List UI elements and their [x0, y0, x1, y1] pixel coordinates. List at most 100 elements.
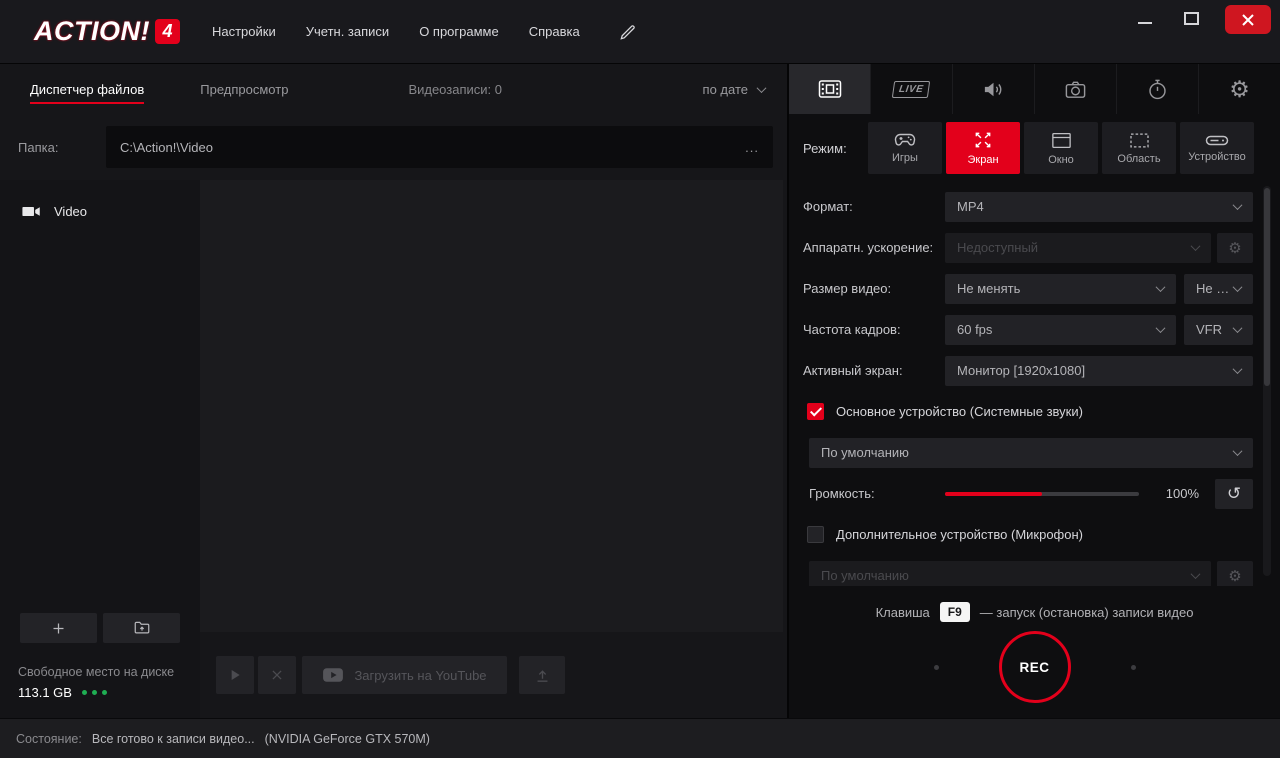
hotkey-suffix: — запуск (остановка) записи видео [980, 605, 1194, 620]
live-icon: LIVE [892, 81, 931, 98]
mode-games-button[interactable]: Игры [868, 122, 942, 174]
browse-button[interactable]: ... [745, 140, 759, 155]
left-dot [934, 665, 939, 670]
sidebar-spacer [0, 226, 200, 613]
export-button[interactable] [519, 656, 565, 694]
logo-version-badge: 4 [155, 19, 180, 44]
tab-benchmark[interactable] [1116, 64, 1198, 114]
tab-file-manager[interactable]: Диспетчер файлов [30, 82, 144, 104]
menu-settings[interactable]: Настройки [212, 24, 276, 39]
primary-audio-device-dropdown[interactable]: По умолчанию [809, 438, 1253, 468]
volume-slider[interactable] [945, 492, 1139, 496]
active-screen-dropdown[interactable]: Монитор [1920x1080] [945, 356, 1253, 386]
tab-settings[interactable]: ⚙ [1198, 64, 1280, 114]
status-text: Все готово к записи видео... [92, 732, 255, 746]
chevron-down-icon [1156, 282, 1166, 292]
primary-audio-label: Основное устройство (Системные звуки) [836, 404, 1083, 419]
sidebar-buttons [0, 613, 200, 643]
hotkey-key-badge: F9 [940, 602, 970, 622]
sidebar-item-video[interactable]: Video [0, 196, 200, 226]
framerate-value: 60 fps [957, 322, 992, 337]
scrollbar-thumb[interactable] [1264, 188, 1270, 386]
framerate-label: Частота кадров: [803, 322, 945, 337]
speaker-icon [982, 78, 1005, 101]
tab-audio-recording[interactable] [952, 64, 1034, 114]
folder-path-value: C:\Action!\Video [120, 140, 213, 155]
tab-preview[interactable]: Предпросмотр [200, 82, 288, 97]
tab-video-recording[interactable] [789, 64, 870, 114]
minimize-button[interactable] [1138, 22, 1152, 24]
maximize-button[interactable] [1184, 12, 1199, 25]
sort-dropdown[interactable]: по дате [703, 82, 765, 97]
chevron-down-icon [1191, 569, 1201, 579]
format-row: Формат: MP4 [789, 186, 1280, 227]
secondary-audio-device-dropdown[interactable]: По умолчанию [809, 561, 1211, 587]
sidebar-item-label: Video [54, 204, 87, 219]
framerate-mode-dropdown[interactable]: VFR [1184, 315, 1253, 345]
status-label: Состояние: [16, 732, 82, 746]
hw-accel-dropdown[interactable]: Недоступный [945, 233, 1211, 263]
folder-label: Папка: [18, 140, 106, 155]
tab-live-streaming[interactable]: LIVE [870, 64, 952, 114]
add-folder-button[interactable] [20, 613, 97, 643]
stopwatch-icon [1146, 78, 1169, 101]
framerate-dropdown[interactable]: 60 fps [945, 315, 1176, 345]
app-logo: ACTION! 4 [34, 16, 180, 47]
volume-value: 100% [1155, 486, 1199, 501]
import-folder-button[interactable] [103, 613, 180, 643]
hw-accel-row: Аппаратн. ускорение: Недоступный ⚙ [789, 227, 1280, 268]
secondary-audio-label: Дополнительное устройство (Микрофон) [836, 527, 1083, 542]
menu-accounts[interactable]: Учетн. записи [306, 24, 389, 39]
folders-sidebar: Video Свободное место на диске [0, 180, 200, 718]
rec-line: REC [934, 631, 1136, 703]
video-size-dropdown[interactable]: Не менять [945, 274, 1176, 304]
rec-button[interactable]: REC [999, 631, 1071, 703]
file-manager-panel: Диспетчер файлов Предпросмотр Видеозапис… [0, 64, 789, 718]
upload-youtube-button[interactable]: Загрузить на YouTube [302, 656, 507, 694]
file-manager-body: Video Свободное место на диске [0, 180, 787, 718]
close-button[interactable] [1225, 5, 1271, 34]
video-size-label: Размер видео: [803, 281, 945, 296]
mode-screen-button[interactable]: Экран [946, 122, 1020, 174]
play-button[interactable] [216, 656, 254, 694]
primary-audio-row: Основное устройство (Системные звуки) [789, 391, 1280, 432]
video-size-value: Не менять [957, 281, 1020, 296]
logo-text: ACTION! [34, 16, 150, 47]
chevron-down-icon [1233, 200, 1243, 210]
disk-status-dots [82, 690, 107, 695]
right-dot [1131, 665, 1136, 670]
secondary-audio-device-value: По умолчанию [821, 568, 909, 583]
hw-accel-label: Аппаратн. ускорение: [803, 240, 945, 255]
video-size-row: Размер видео: Не менять Не м... [789, 268, 1280, 309]
file-toolbar: Загрузить на YouTube [200, 632, 787, 718]
secondary-audio-checkbox[interactable] [807, 526, 824, 543]
active-screen-row: Активный экран: Монитор [1920x1080] [789, 350, 1280, 391]
file-list-area[interactable] [200, 180, 783, 632]
format-dropdown[interactable]: MP4 [945, 192, 1253, 222]
video-size-secondary-dropdown[interactable]: Не м... [1184, 274, 1253, 304]
delete-button[interactable] [258, 656, 296, 694]
primary-audio-checkbox[interactable] [807, 403, 824, 420]
menu-help[interactable]: Справка [529, 24, 580, 39]
mode-device-button[interactable]: Устройство [1180, 122, 1254, 174]
folder-path-input[interactable]: C:\Action!\Video ... [106, 126, 773, 168]
volume-reset-button[interactable]: ↺ [1215, 479, 1253, 509]
settings-scrollbar[interactable] [1263, 186, 1271, 576]
tab-screenshot[interactable] [1034, 64, 1116, 114]
volume-label: Громкость: [809, 486, 945, 501]
active-screen-label: Активный экран: [803, 363, 945, 378]
plus-icon [51, 621, 66, 636]
format-label: Формат: [803, 199, 945, 214]
mode-region-button[interactable]: Область [1102, 122, 1176, 174]
dashed-region-icon [1129, 132, 1150, 149]
mode-games-label: Игры [892, 152, 918, 164]
pen-icon[interactable] [618, 22, 638, 42]
hw-accel-settings-button[interactable]: ⚙ [1217, 233, 1253, 263]
menu-about[interactable]: О программе [419, 24, 499, 39]
primary-audio-device-value: По умолчанию [821, 445, 909, 460]
hw-accel-value: Недоступный [957, 240, 1038, 255]
secondary-audio-settings-button[interactable]: ⚙ [1217, 561, 1253, 587]
title-bar: ACTION! 4 Настройки Учетн. записи О прог… [0, 0, 1280, 64]
active-screen-value: Монитор [1920x1080] [957, 363, 1085, 378]
mode-window-button[interactable]: Окно [1024, 122, 1098, 174]
